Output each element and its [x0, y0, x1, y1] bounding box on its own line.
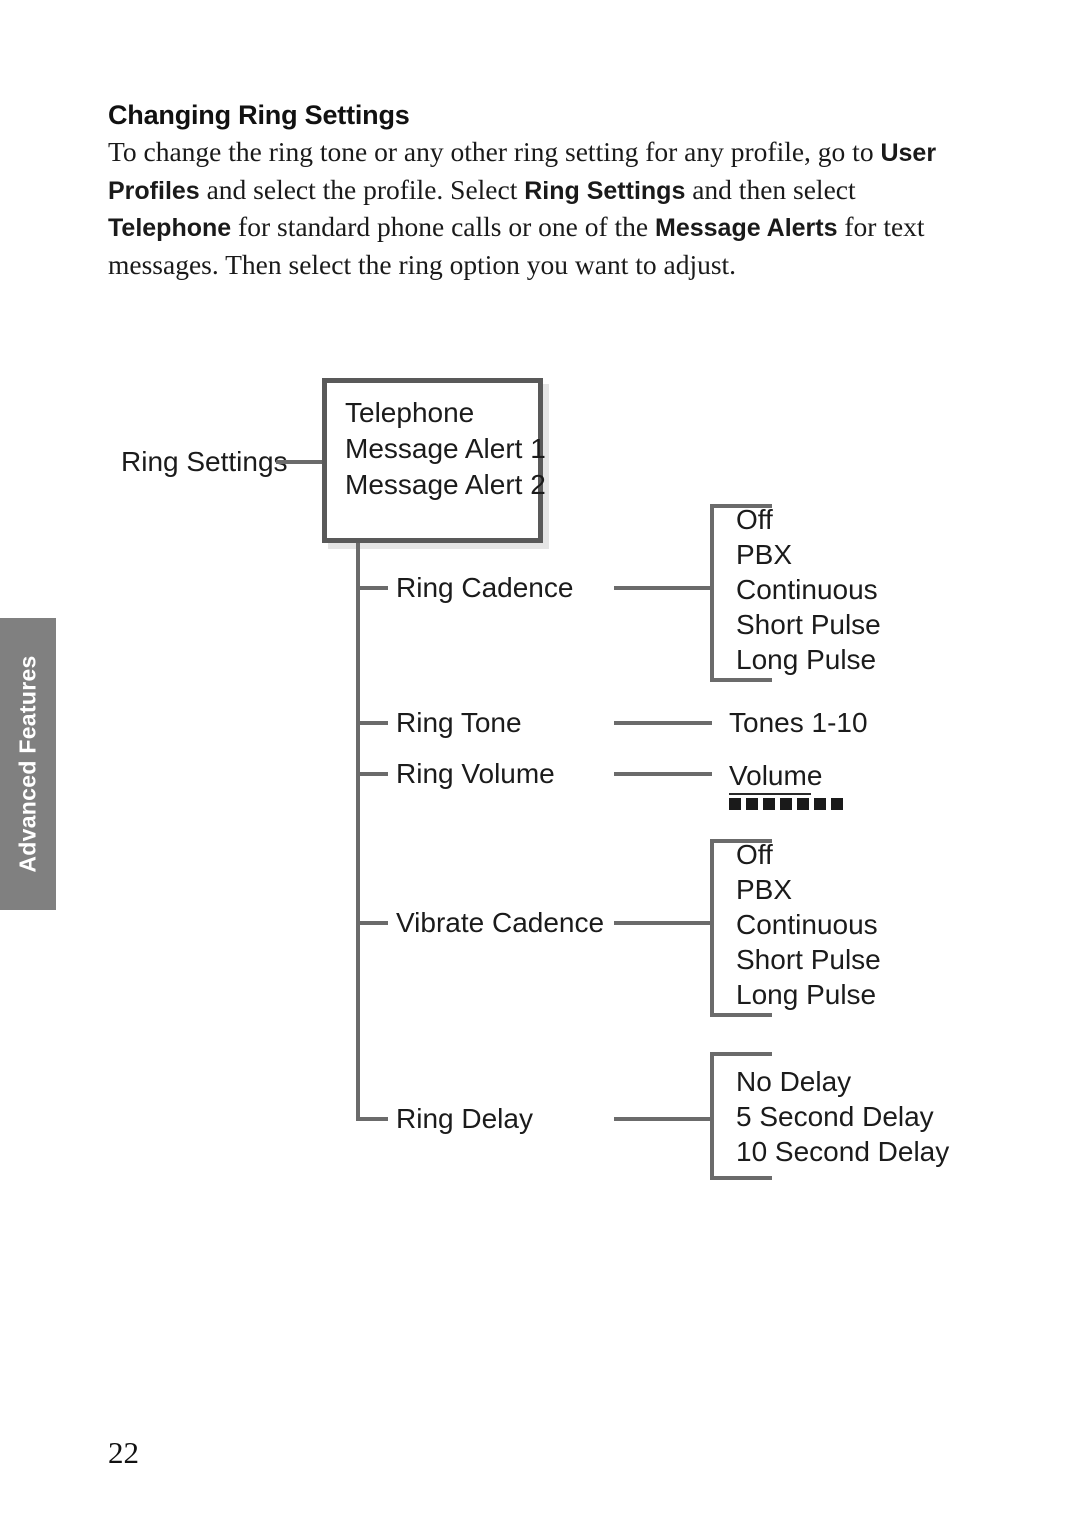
- branch-label-ring-delay: Ring Delay: [396, 1103, 533, 1134]
- connector-ring-delay-options: [614, 1117, 712, 1121]
- volume-level-block: [797, 798, 809, 810]
- bracket-spine: [710, 1052, 714, 1180]
- option-vibrate-cadence-pbx: PBX: [736, 874, 793, 905]
- option-vibrate-cadence-short-pulse: Short Pulse: [736, 944, 881, 975]
- bracket-top-arm: [710, 1052, 772, 1056]
- branch-stub-ring-tone: [356, 721, 388, 725]
- option-ring-cadence-long-pulse: Long Pulse: [736, 644, 877, 675]
- branch-stub-vibrate-cadence: [356, 921, 388, 925]
- root-box-item-message-alert-1: Message Alert 1: [345, 433, 546, 464]
- bracket-bottom-arm: [710, 1013, 772, 1017]
- diagram-spine: [356, 543, 360, 1121]
- branch-label-vibrate-cadence: Vibrate Cadence: [396, 907, 605, 938]
- option-ring-volume-label: Volume: [729, 760, 823, 791]
- volume-level-block: [746, 798, 758, 810]
- branch-stub-ring-cadence: [356, 586, 388, 590]
- branch-stub-ring-delay: [356, 1117, 388, 1121]
- option-ring-delay-no-delay: No Delay: [736, 1066, 852, 1097]
- connector-ring-volume-options: [614, 772, 712, 776]
- ring-settings-menu-diagram: Ring Settings Telephone Message Alert 1 …: [0, 0, 1080, 1528]
- option-vibrate-cadence-long-pulse: Long Pulse: [736, 979, 877, 1010]
- root-box-item-message-alert-2: Message Alert 2: [345, 469, 546, 500]
- option-ring-cadence-continuous: Continuous: [736, 574, 878, 605]
- volume-level-block: [763, 798, 775, 810]
- page-number: 22: [108, 1435, 139, 1470]
- connector-ring-tone-options: [614, 721, 712, 725]
- branch-label-ring-cadence: Ring Cadence: [396, 572, 574, 603]
- option-ring-delay-5-second: 5 Second Delay: [736, 1101, 934, 1132]
- bracket-spine: [710, 839, 714, 1017]
- volume-level-block: [814, 798, 826, 810]
- volume-level-block: [780, 798, 792, 810]
- connector-ring-cadence-options: [614, 586, 712, 590]
- option-vibrate-cadence-continuous: Continuous: [736, 909, 878, 940]
- volume-level-block: [729, 798, 741, 810]
- bracket-bottom-arm: [710, 678, 772, 682]
- volume-underline: [729, 793, 811, 795]
- option-ring-tone-tones: Tones 1-10: [729, 707, 868, 738]
- connector-vibrate-cadence-options: [614, 921, 712, 925]
- branch-stub-ring-volume: [356, 772, 388, 776]
- diagram-root-label: Ring Settings: [121, 446, 288, 477]
- bracket-bottom-arm: [710, 1176, 772, 1180]
- option-ring-delay-10-second: 10 Second Delay: [736, 1136, 950, 1167]
- root-menu-box: Telephone Message Alert 1 Message Alert …: [322, 378, 546, 543]
- root-box-item-telephone: Telephone: [345, 397, 475, 428]
- branch-label-ring-tone: Ring Tone: [396, 707, 522, 738]
- option-ring-cadence-off: Off: [736, 504, 773, 535]
- branch-label-ring-volume: Ring Volume: [396, 758, 555, 789]
- volume-level-indicator: [729, 798, 843, 810]
- connector-root-to-box: [276, 460, 324, 464]
- option-vibrate-cadence-off: Off: [736, 839, 773, 870]
- option-ring-cadence-short-pulse: Short Pulse: [736, 609, 881, 640]
- bracket-spine: [710, 504, 714, 682]
- option-ring-cadence-pbx: PBX: [736, 539, 793, 570]
- volume-level-block: [831, 798, 843, 810]
